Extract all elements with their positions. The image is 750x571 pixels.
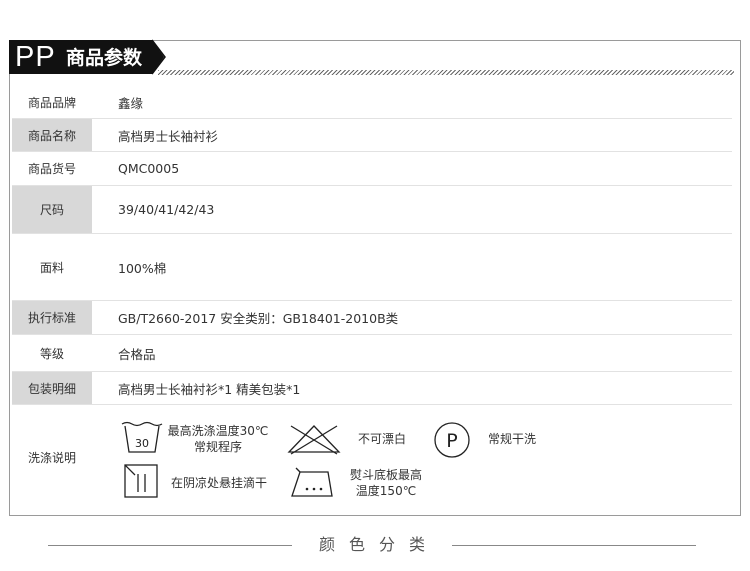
wash-text-dry-clean: 常规干洗 — [487, 432, 536, 446]
header-arrow — [152, 40, 164, 74]
wash-text-iron-2: 温度150℃ — [355, 484, 417, 498]
line-dry-shade-icon — [124, 464, 158, 498]
param-label-grade: 等级 — [12, 335, 92, 371]
footer-line-right — [452, 545, 696, 546]
wash-text-no-bleach: 不可漂白 — [357, 432, 406, 446]
param-value-size: 39/40/41/42/43 — [118, 202, 215, 217]
iron-150-icon — [291, 467, 333, 497]
dry-clean-letter: P — [446, 430, 457, 452]
wash-text-temp: 最高洗涤温度30℃ — [167, 424, 269, 438]
wash-text-program: 常规程序 — [193, 440, 242, 454]
param-value-fabric: 100%棉 — [118, 260, 167, 276]
header-stripe — [158, 70, 734, 75]
param-value-name: 高档男士长袖衬衫 — [118, 128, 219, 144]
header-pp-text: PP — [15, 41, 56, 73]
dry-clean-p-icon: P — [434, 422, 470, 458]
param-label-package: 包装明细 — [12, 372, 92, 404]
wash-text-line-dry: 在阴凉处悬挂滴干 — [170, 476, 267, 490]
param-label-size: 尺码 — [12, 186, 92, 233]
param-label-name: 商品名称 — [12, 119, 92, 151]
param-value-sku: QMC0005 — [118, 161, 180, 176]
no-bleach-icon — [287, 425, 341, 455]
header-title: 商品参数 — [66, 47, 143, 69]
param-label-sku: 商品货号 — [12, 152, 92, 185]
footer-line-left — [48, 545, 292, 546]
param-value-standard: GB/T2660-2017 安全类别：GB18401-2010B类 — [118, 311, 399, 326]
param-label-standard: 执行标准 — [12, 301, 92, 334]
param-value-package: 高档男士长袖衬衫*1 精美包装*1 — [118, 381, 301, 397]
footer-title: 颜色分类 — [318, 535, 439, 554]
param-label-brand: 商品品牌 — [12, 86, 92, 118]
param-value-brand: 鑫缘 — [118, 95, 144, 111]
param-label-washing: 洗涤说明 — [12, 405, 92, 510]
wash-tub-30-icon: 30 — [121, 421, 163, 453]
wash-text-iron-1: 熨斗底板最高 — [349, 468, 422, 482]
param-value-grade: 合格品 — [118, 346, 156, 362]
wash-tub-number: 30 — [135, 437, 149, 450]
row-divider — [12, 404, 732, 405]
param-label-fabric: 面料 — [12, 234, 92, 300]
